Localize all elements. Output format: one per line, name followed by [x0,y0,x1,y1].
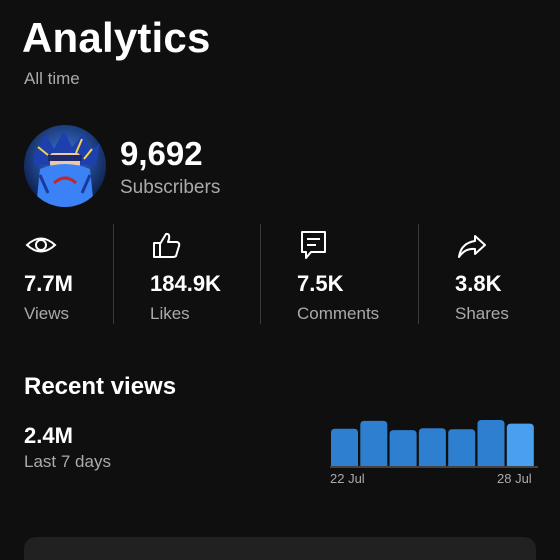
recent-views-value: 2.4M [24,423,73,448]
views-label: Views [24,304,70,323]
shares-value: 3.8K [455,271,502,296]
chart-bar-27-jul[interactable] [477,420,505,466]
bottom-card[interactable] [24,537,536,560]
period-label: All time [24,69,80,88]
comments-label: Comments [297,304,380,323]
subscriber-label: Subscribers [120,177,221,198]
shares-label: Shares [455,304,509,323]
stat-divider [418,224,419,324]
chart-bar-23-jul[interactable] [360,420,388,466]
share-icon [455,228,489,262]
thumbs-up-icon [150,228,184,262]
chart-bar-28-jul[interactable] [506,423,534,466]
views-value: 7.7M [24,271,73,296]
stat-divider [113,224,114,324]
chart-bar-25-jul[interactable] [418,428,446,466]
stats-row: 7.7M Views 184.9K Likes 7.5K Comments 3.… [0,224,560,324]
likes-label: Likes [150,304,190,323]
x-tick-label-start: 22 Jul [330,471,365,486]
chart-bar-26-jul[interactable] [448,429,476,466]
recent-views-title: Recent views [24,373,177,400]
channel-avatar[interactable] [24,125,106,207]
x-tick-label-end: 28 Jul [497,471,532,486]
eye-icon [24,228,58,262]
recent-views-period: Last 7 days [24,452,111,471]
likes-value: 184.9K [150,271,221,296]
analytics-page: Analytics All time 9,692 Subscribers 7.7… [0,0,560,560]
page-title: Analytics [22,14,211,61]
subscriber-count: 9,692 [120,135,203,172]
chart-bar-24-jul[interactable] [389,430,417,466]
stat-divider [260,224,261,324]
comments-value: 7.5K [297,271,344,296]
chart-bar-22-jul[interactable] [331,428,358,466]
comment-icon [297,228,331,262]
